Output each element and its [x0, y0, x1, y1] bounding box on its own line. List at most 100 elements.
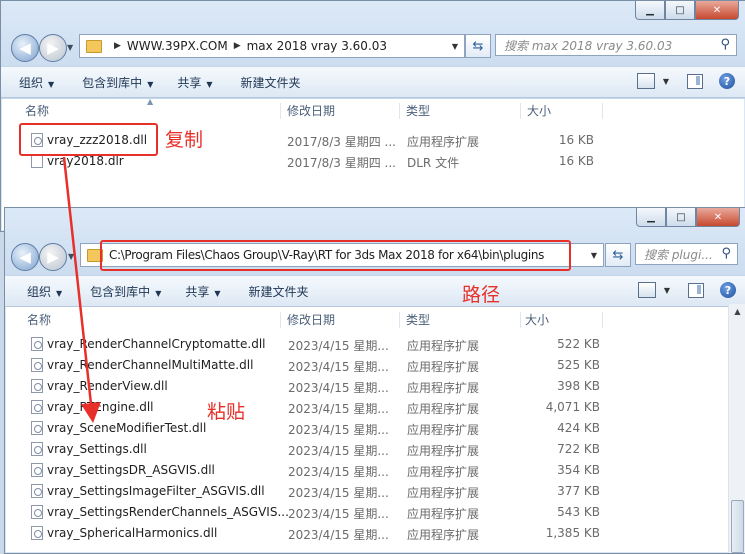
bottom-window-controls: ▁ □ ✕ — [636, 208, 740, 227]
file-name: vray_RTEngine.dll — [47, 400, 154, 414]
refresh-button[interactable]: ⇆ — [605, 243, 631, 267]
file-row[interactable]: vray_RenderChannelMultiMatte.dll 2023/4/1… — [5, 355, 745, 376]
close-button[interactable]: ✕ — [695, 1, 739, 20]
dll-file-icon — [31, 421, 43, 435]
file-type: DLR 文件 — [407, 156, 460, 170]
search-placeholder: 搜索 plugi... — [644, 247, 713, 262]
file-type: 应用程序扩展 — [407, 381, 480, 395]
search-input[interactable]: 搜索 max 2018 vray 3.60.03 ⚲ — [495, 34, 737, 56]
help-icon[interactable]: ? — [719, 73, 735, 89]
dll-file-icon — [31, 442, 43, 456]
copy-highlight-box — [19, 123, 158, 156]
file-row[interactable]: vray_SettingsImageFilter_ASGVIS.dll 2023/… — [5, 481, 745, 502]
scroll-thumb[interactable] — [731, 500, 744, 553]
refresh-icon: ⇆ — [472, 38, 484, 54]
new-folder-button[interactable]: 新建文件夹 — [249, 283, 309, 300]
share-menu[interactable]: 共享 ▼ — [177, 74, 212, 91]
help-icon[interactable]: ? — [720, 282, 736, 298]
dll-file-icon — [31, 505, 43, 519]
file-row[interactable]: vray_SceneModifierTest.dll 2023/4/15 星期..… — [5, 418, 745, 439]
file-row[interactable]: vray_SettingsRenderChannels_ASGVIS... 202… — [5, 502, 745, 523]
dll-file-icon — [31, 379, 43, 393]
column-size[interactable]: 大小 — [525, 309, 549, 331]
forward-button[interactable]: ▶ — [39, 34, 67, 62]
file-size: 525 KB — [557, 358, 600, 372]
file-date: 2023/4/15 星期... — [288, 465, 389, 479]
recent-pages-dropdown[interactable]: ▼ — [67, 43, 73, 52]
file-row[interactable]: vray_Settings.dll 2023/4/15 星期... 应用程序扩展 72… — [5, 439, 745, 460]
new-folder-button[interactable]: 新建文件夹 — [241, 74, 301, 91]
file-date: 2017/8/3 星期四 ... — [287, 156, 396, 170]
preview-pane-icon[interactable] — [688, 282, 704, 298]
file-type: 应用程序扩展 — [407, 507, 480, 521]
address-bar[interactable]: ▶ WWW.39PX.COM ▶ max 2018 vray 3.60.03 ▼ — [79, 34, 465, 58]
file-type: 应用程序扩展 — [407, 339, 480, 353]
file-size: 16 KB — [558, 154, 594, 168]
vertical-scrollbar[interactable]: ▲ — [728, 304, 745, 553]
toolbar-right: ▼ ? — [637, 282, 736, 298]
file-name: vray_SettingsDR_ASGVIS.dll — [47, 463, 215, 477]
file-size: 1,385 KB — [545, 526, 600, 540]
forward-button[interactable]: ▶ — [39, 243, 67, 271]
back-arrow-icon: ◀ — [19, 248, 31, 266]
back-arrow-icon: ◀ — [19, 39, 31, 57]
path-annotation: 路径 — [462, 284, 501, 306]
toolbar-right: ▼ ? — [636, 73, 735, 89]
view-options-icon[interactable] — [636, 73, 655, 89]
address-dropdown[interactable]: ▼ — [446, 35, 464, 57]
column-type[interactable]: 类型 — [406, 309, 430, 331]
column-date[interactable]: 修改日期 — [287, 309, 335, 331]
file-row[interactable]: vray_RenderView.dll 2023/4/15 星期... 应用程序扩展… — [5, 376, 745, 397]
view-options-icon[interactable] — [637, 282, 656, 298]
file-name: vray_SphericalHarmonics.dll — [47, 526, 218, 540]
file-date: 2017/8/3 星期四 ... — [287, 135, 396, 149]
share-menu[interactable]: 共享 ▼ — [185, 283, 220, 300]
file-row[interactable]: vray_RTEngine.dll 2023/4/15 星期... 应用程序扩展 4,… — [5, 397, 745, 418]
maximize-button[interactable]: □ — [665, 1, 695, 20]
top-window-controls: ▁ □ ✕ — [635, 1, 739, 20]
file-date: 2023/4/15 星期... — [288, 339, 389, 353]
recent-pages-dropdown[interactable]: ▼ — [68, 252, 74, 261]
back-button[interactable]: ◀ — [11, 34, 39, 62]
view-dropdown[interactable]: ▼ — [664, 286, 670, 295]
file-name: vray_RenderChannelCryptomatte.dll — [47, 337, 266, 351]
command-bar: 组织 ▼ 包含到库中 ▼ 共享 ▼ 新建文件夹 ▼ ? — [5, 275, 745, 307]
column-name[interactable]: 名称 — [25, 100, 49, 122]
back-button[interactable]: ◀ — [11, 243, 39, 271]
minimize-button[interactable]: ▁ — [635, 1, 665, 20]
breadcrumb-item[interactable]: max 2018 vray 3.60.03 — [247, 39, 387, 53]
file-date: 2023/4/15 星期... — [288, 528, 389, 542]
file-row[interactable]: vray_SettingsDR_ASGVIS.dll 2023/4/15 星期..… — [5, 460, 745, 481]
dll-file-icon — [31, 526, 43, 540]
file-type: 应用程序扩展 — [407, 423, 480, 437]
file-size: 398 KB — [557, 379, 600, 393]
column-type[interactable]: 类型 — [406, 100, 430, 122]
refresh-button[interactable]: ⇆ — [465, 34, 491, 58]
column-header: ▲ 名称 修改日期 类型 大小 — [1, 97, 745, 122]
file-size: 377 KB — [557, 484, 600, 498]
column-size[interactable]: 大小 — [527, 100, 551, 122]
organize-menu[interactable]: 组织 ▼ — [27, 283, 62, 300]
file-date: 2023/4/15 星期... — [288, 423, 389, 437]
file-size: 4,071 KB — [545, 400, 600, 414]
organize-menu[interactable]: 组织 ▼ — [19, 74, 54, 91]
file-size: 16 KB — [558, 133, 594, 147]
file-row[interactable]: vray_SphericalHarmonics.dll 2023/4/15 星期.… — [5, 523, 745, 544]
preview-pane-icon[interactable] — [687, 73, 703, 89]
maximize-button[interactable]: □ — [666, 208, 696, 227]
close-button[interactable]: ✕ — [696, 208, 740, 227]
path-highlight-box — [100, 240, 571, 271]
search-input[interactable]: 搜索 plugi... ⚲ — [635, 243, 738, 265]
file-size: 543 KB — [557, 505, 600, 519]
file-name: vray_SettingsImageFilter_ASGVIS.dll — [47, 484, 265, 498]
breadcrumb-item[interactable]: WWW.39PX.COM — [127, 39, 228, 53]
include-library-menu[interactable]: 包含到库中 ▼ — [90, 283, 161, 300]
address-dropdown[interactable]: ▼ — [585, 244, 603, 266]
minimize-button[interactable]: ▁ — [636, 208, 666, 227]
view-dropdown[interactable]: ▼ — [663, 77, 669, 86]
column-name[interactable]: 名称 — [27, 309, 51, 331]
include-library-menu[interactable]: 包含到库中 ▼ — [82, 74, 153, 91]
file-row[interactable]: vray_RenderChannelCryptomatte.dll 2023/4/… — [5, 334, 745, 355]
scroll-up-arrow[interactable]: ▲ — [729, 304, 745, 320]
column-date[interactable]: 修改日期 — [287, 100, 335, 122]
